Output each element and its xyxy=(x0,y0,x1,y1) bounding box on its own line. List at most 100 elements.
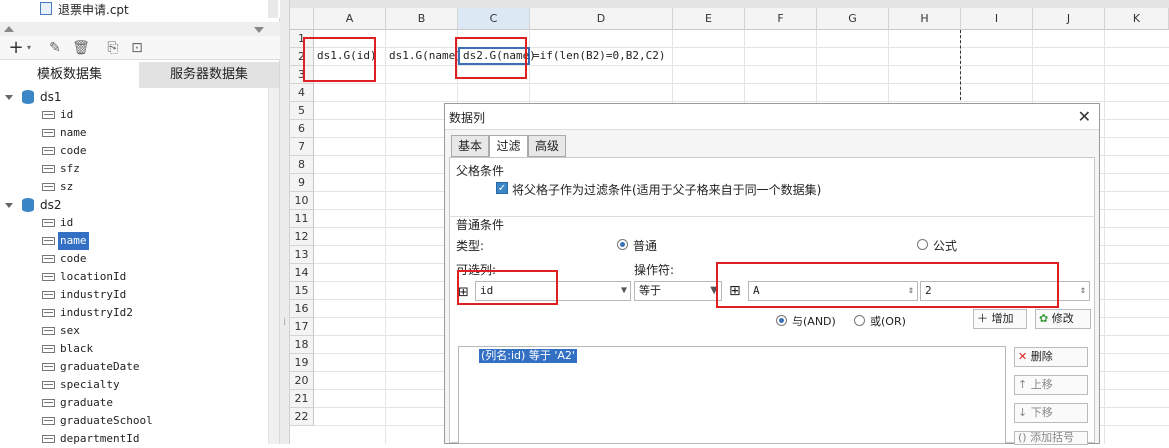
left-panel: 退票申请.cpt + ▾ ✎ 🗑 ⎘ ⊡ 模板数据集 服务器数据集 ds1 id… xyxy=(0,0,280,445)
col-header[interactable]: D xyxy=(530,8,673,30)
chevron-down-icon[interactable]: ▼ xyxy=(621,282,627,300)
col-header[interactable]: G xyxy=(817,8,889,30)
field-item[interactable]: locationId xyxy=(0,268,260,286)
chevron-down-icon[interactable] xyxy=(5,203,13,208)
operator-select[interactable]: 等于 ▼ xyxy=(634,281,722,301)
col-header[interactable]: H xyxy=(889,8,961,30)
row-header[interactable]: 19 xyxy=(290,354,314,372)
move-up-button[interactable]: ↑ 上移 xyxy=(1014,375,1088,395)
row-header[interactable]: 6 xyxy=(290,120,314,138)
field-item[interactable]: graduateSchool xyxy=(0,412,260,430)
field-item[interactable]: graduate xyxy=(0,394,260,412)
condition-list[interactable]: (列名:id) 等于 'A2' xyxy=(458,346,1006,444)
row-header[interactable]: 13 xyxy=(290,246,314,264)
delete-icon[interactable]: 🗑 xyxy=(72,39,90,57)
add-bracket-button[interactable]: () 添加括号 xyxy=(1014,431,1088,445)
row-header[interactable]: 15 xyxy=(290,282,314,300)
dataset-label: ds1 xyxy=(40,90,62,104)
dataset-node-ds2[interactable]: ds2 xyxy=(0,196,260,214)
field-item-selected[interactable]: name xyxy=(0,232,260,250)
file-name[interactable]: 退票申请.cpt xyxy=(58,1,129,18)
delete-button[interactable]: ✕ 删除 xyxy=(1014,347,1088,367)
dialog-titlebar[interactable]: 数据列 ✕ xyxy=(445,104,1099,130)
collapse-bar[interactable] xyxy=(0,22,280,36)
tab-basic[interactable]: 基本 xyxy=(451,135,489,157)
col-header[interactable]: K xyxy=(1105,8,1169,30)
row-header[interactable]: 10 xyxy=(290,192,314,210)
field-item[interactable]: id xyxy=(0,106,260,124)
row-header[interactable]: 8 xyxy=(290,156,314,174)
row-header[interactable]: 21 xyxy=(290,390,314,408)
field-item[interactable]: sex xyxy=(0,322,260,340)
move-down-button[interactable]: ↓ 下移 xyxy=(1014,403,1088,423)
close-icon[interactable]: ✕ xyxy=(1078,107,1091,126)
parent-section-title: 父格条件 xyxy=(456,164,505,178)
parent-filter-checkbox[interactable]: ✓ xyxy=(496,182,508,194)
field-label: specialty xyxy=(60,378,120,391)
add-button[interactable]: ＋ 增加 xyxy=(973,309,1027,329)
row-header[interactable]: 7 xyxy=(290,138,314,156)
field-item[interactable]: black xyxy=(0,340,260,358)
file-list-scrollbar[interactable] xyxy=(268,0,278,18)
type-formula-radio[interactable] xyxy=(917,239,928,250)
row-header[interactable]: 20 xyxy=(290,372,314,390)
col-header-selected[interactable]: C xyxy=(458,8,530,30)
chevron-down-icon[interactable]: ▾ xyxy=(25,39,33,57)
field-item[interactable]: sz xyxy=(0,178,260,196)
modify-button[interactable]: ✿ 修改 xyxy=(1035,309,1091,329)
cell-D2[interactable]: =if(len(B2)=0,B2,C2) xyxy=(530,47,673,65)
type-normal-radio[interactable] xyxy=(617,239,628,250)
field-item[interactable]: name xyxy=(0,124,260,142)
row-header[interactable]: 17 xyxy=(290,318,314,336)
row-header[interactable]: 11 xyxy=(290,210,314,228)
col-header[interactable]: E xyxy=(673,8,745,30)
tab-server-datasets[interactable]: 服务器数据集 xyxy=(139,62,279,88)
col-header[interactable]: A xyxy=(314,8,386,30)
tab-template-datasets[interactable]: 模板数据集 xyxy=(0,62,139,88)
and-radio[interactable] xyxy=(776,315,787,326)
preview-icon[interactable]: ⎘ xyxy=(104,39,122,57)
field-item[interactable]: code xyxy=(0,142,260,160)
field-item[interactable]: graduateDate xyxy=(0,358,260,376)
row-header[interactable]: 18 xyxy=(290,336,314,354)
row-header[interactable]: 5 xyxy=(290,102,314,120)
row-header[interactable]: 14 xyxy=(290,264,314,282)
corner-cell[interactable] xyxy=(290,8,314,30)
field-item[interactable]: id xyxy=(0,214,260,232)
tree-scrollbar[interactable] xyxy=(268,88,279,444)
field-item[interactable]: code xyxy=(0,250,260,268)
expand-down-icon[interactable] xyxy=(254,27,264,33)
spinner-icon[interactable]: ⇕ xyxy=(1080,282,1086,300)
collapse-up-icon[interactable] xyxy=(4,26,14,32)
row-header[interactable]: 16 xyxy=(290,300,314,318)
col-header[interactable]: F xyxy=(745,8,817,30)
dataset-node-ds1[interactable]: ds1 xyxy=(0,88,260,106)
edit-icon[interactable]: ✎ xyxy=(46,39,64,57)
field-icon xyxy=(42,435,55,443)
field-item[interactable]: specialty xyxy=(0,376,260,394)
dataset-label: ds2 xyxy=(40,198,62,212)
type-normal-label: 普通 xyxy=(633,239,658,253)
cell-B2[interactable]: ds1.G(name) xyxy=(386,47,462,65)
tab-filter[interactable]: 过滤 xyxy=(489,135,528,158)
row-header[interactable]: 12 xyxy=(290,228,314,246)
field-item[interactable]: industryId xyxy=(0,286,260,304)
col-header[interactable]: J xyxy=(1033,8,1105,30)
settings-icon[interactable]: ⊡ xyxy=(128,39,146,57)
field-icon xyxy=(42,345,55,353)
or-radio[interactable] xyxy=(854,315,865,326)
add-icon[interactable]: + xyxy=(6,39,26,57)
field-item[interactable]: sfz xyxy=(0,160,260,178)
chevron-down-icon[interactable] xyxy=(5,95,13,100)
row-header[interactable]: 22 xyxy=(290,408,314,426)
col-header[interactable]: B xyxy=(386,8,458,30)
col-header[interactable]: I xyxy=(961,8,1033,30)
panel-splitter[interactable]: ⁞ xyxy=(280,0,290,444)
condition-item[interactable]: (列名:id) 等于 'A2' xyxy=(479,349,577,363)
field-item[interactable]: departmentId xyxy=(0,430,260,448)
row-header[interactable]: 9 xyxy=(290,174,314,192)
file-row[interactable]: 退票申请.cpt xyxy=(0,0,280,18)
field-item[interactable]: industryId2 xyxy=(0,304,260,322)
tab-advanced[interactable]: 高级 xyxy=(528,135,566,157)
row-header[interactable]: 4 xyxy=(290,84,314,102)
